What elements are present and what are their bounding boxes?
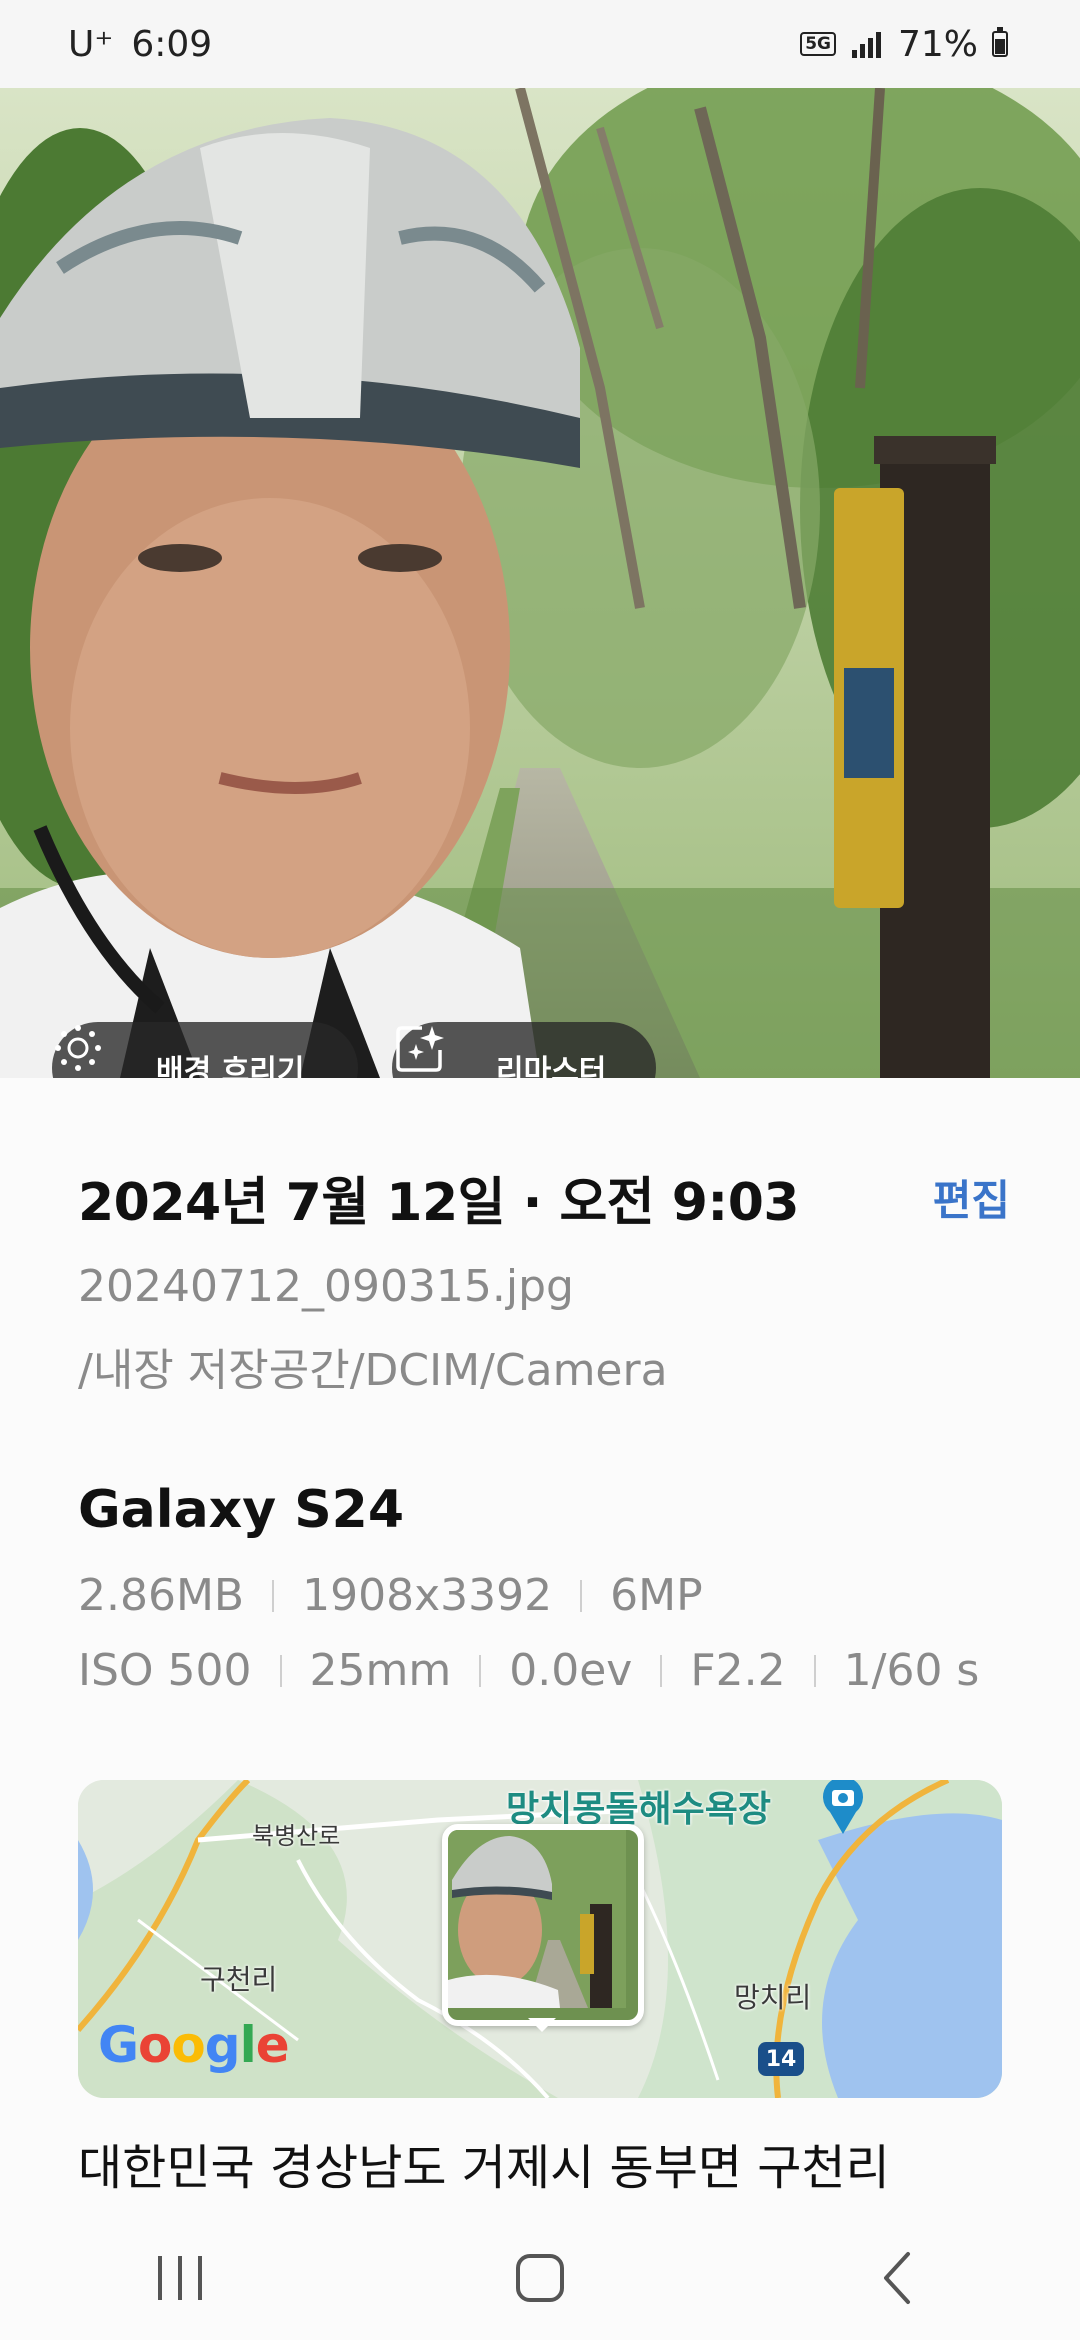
divider bbox=[580, 1579, 583, 1612]
back-button[interactable] bbox=[840, 2238, 960, 2318]
file-size: 2.86MB bbox=[78, 1570, 245, 1621]
divider bbox=[279, 1654, 282, 1687]
google-logo: Google bbox=[98, 2016, 290, 2074]
status-right: 5G 71% bbox=[800, 24, 1008, 65]
status-bar: U⁺ 6:09 5G 71% bbox=[0, 0, 1080, 88]
divider bbox=[813, 1654, 816, 1687]
network-type-icon: 5G bbox=[800, 32, 836, 56]
map-place-right: 망치리 bbox=[734, 1981, 812, 2014]
divider bbox=[272, 1579, 275, 1612]
file-path: /내장 저장공간/DCIM/Camera bbox=[78, 1345, 668, 1396]
edit-button[interactable]: 편집 bbox=[933, 1167, 1010, 1228]
map-road-label: 북병산로 bbox=[252, 1822, 341, 1850]
sparkle-frame-icon bbox=[396, 1026, 476, 1078]
google-logo-letter: g bbox=[204, 2016, 241, 2074]
megapixels: 6MP bbox=[610, 1570, 703, 1621]
resolution: 1908x3392 bbox=[302, 1570, 553, 1621]
map-place-left: 구천리 bbox=[200, 1963, 278, 1996]
system-navigation-bar bbox=[0, 2216, 1080, 2340]
carrier-label: U⁺ bbox=[68, 23, 114, 65]
home-button[interactable] bbox=[480, 2238, 600, 2318]
device-name: Galaxy S24 bbox=[78, 1480, 405, 1540]
google-logo-letter: l bbox=[239, 2016, 257, 2074]
photo-image bbox=[0, 88, 1080, 1078]
background-blur-button[interactable]: 배경 흐리기 bbox=[52, 1022, 358, 1078]
iso: ISO 500 bbox=[78, 1645, 252, 1696]
recent-apps-icon bbox=[158, 2256, 202, 2300]
google-logo-letter: o bbox=[138, 2016, 172, 2074]
signal-icon bbox=[851, 32, 881, 58]
remaster-button[interactable]: 리마스터 bbox=[392, 1022, 656, 1078]
location-address: 대한민국 경상남도 거제시 동부면 구천리 bbox=[78, 2140, 890, 2196]
date-time: 2024년 7월 12일 · 오전 9:03 bbox=[78, 1173, 800, 1233]
recent-apps-button[interactable] bbox=[120, 2238, 240, 2318]
google-logo-letter: G bbox=[98, 2016, 139, 2074]
blur-sun-icon bbox=[55, 1025, 136, 1078]
aperture: F2.2 bbox=[690, 1645, 786, 1696]
location-map[interactable]: 망치몽돌해수욕장 북병산로 구천리 망치리 14 Google bbox=[78, 1780, 1002, 2098]
status-left: U⁺ 6:09 bbox=[68, 24, 212, 65]
google-logo-letter: e bbox=[255, 2016, 290, 2074]
focal-length: 25mm bbox=[309, 1645, 452, 1696]
route-badge: 14 bbox=[758, 2042, 804, 2076]
remaster-label: 리마스터 bbox=[496, 1054, 607, 1078]
shutter-speed: 1/60 s bbox=[843, 1645, 980, 1696]
battery-percent: 71% bbox=[897, 23, 978, 65]
background-blur-label: 배경 흐리기 bbox=[156, 1054, 305, 1078]
file-specs: 2.86MB 1908x3392 6MP bbox=[78, 1570, 703, 1621]
photo-preview[interactable]: 배경 흐리기 리마스터 bbox=[0, 88, 1080, 1078]
clock: 6:09 bbox=[131, 23, 213, 65]
photo-details: 2024년 7월 12일 · 오전 9:03 편집 20240712_09031… bbox=[78, 1160, 1010, 1398]
back-icon bbox=[884, 2252, 910, 2304]
thumbnail-pointer bbox=[528, 2018, 556, 2032]
map-photo-thumbnail[interactable] bbox=[442, 1824, 644, 2026]
filename: 20240712_090315.jpg bbox=[78, 1261, 574, 1312]
date-row: 2024년 7월 12일 · 오전 9:03 편집 bbox=[78, 1160, 1010, 1235]
divider bbox=[479, 1654, 482, 1687]
exposure-value: 0.0ev bbox=[509, 1645, 633, 1696]
thumbnail-image bbox=[448, 1830, 626, 2008]
divider bbox=[660, 1654, 663, 1687]
battery-icon bbox=[992, 27, 1008, 57]
exposure-specs: ISO 500 25mm 0.0ev F2.2 1/60 s bbox=[78, 1645, 979, 1696]
home-icon bbox=[516, 2254, 564, 2302]
google-logo-letter: o bbox=[171, 2016, 205, 2074]
